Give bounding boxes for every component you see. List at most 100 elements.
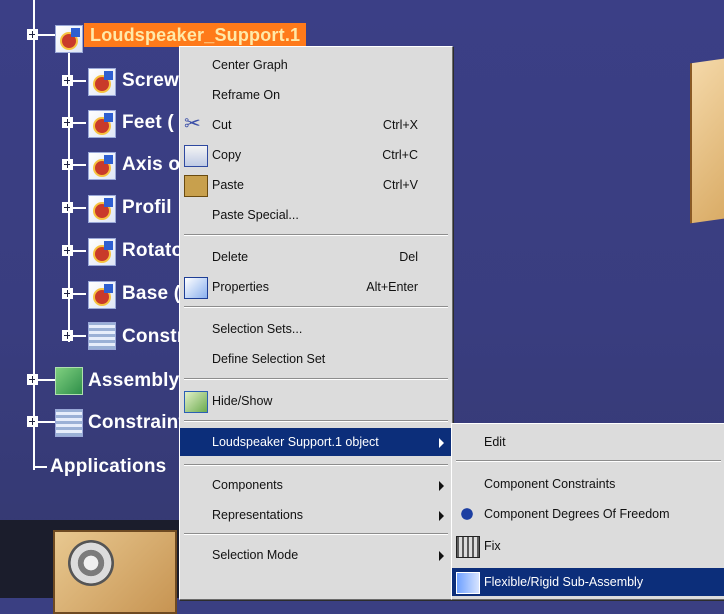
menu-separator [456, 460, 721, 462]
square-icon [104, 155, 113, 164]
tree-item-label[interactable]: Applications [50, 456, 166, 478]
menu-item-label: Reframe On [212, 88, 281, 102]
tree-connector-line [70, 293, 86, 295]
hide-show-icon [184, 391, 208, 413]
menu-item-label: Center Graph [212, 58, 288, 72]
menu-item-label: Loudspeaker Support.1 object [212, 435, 379, 449]
tree-connector-line [70, 207, 86, 209]
hide-show-item[interactable]: Hide/Show [180, 387, 452, 415]
menu-separator [184, 306, 448, 308]
square-icon [104, 71, 113, 80]
part-icon[interactable] [88, 110, 116, 138]
edit-item[interactable]: Edit [452, 428, 724, 456]
part-icon[interactable] [88, 152, 116, 180]
menu-separator [184, 533, 448, 535]
tree-item-label[interactable]: Base ( [122, 283, 180, 305]
menu-item-label: Properties [212, 280, 269, 294]
representations-item[interactable]: Representations [180, 501, 452, 529]
tree-connector-line [70, 250, 86, 252]
menu-item-label: Cut [212, 118, 232, 132]
tree-connector-line [70, 122, 86, 124]
square-icon [104, 198, 113, 207]
part-geometry[interactable] [690, 56, 724, 224]
define-selection-set-item[interactable]: Define Selection Set [180, 345, 452, 373]
fix-icon [456, 536, 480, 558]
menu-item-label: Components [212, 478, 283, 492]
tree-root-label[interactable]: Loudspeaker_Support.1 [84, 23, 307, 47]
component-constraints-item[interactable]: Component Constraints [452, 470, 724, 498]
tree-item-label[interactable]: Constr [122, 326, 184, 348]
tree-item-label[interactable]: Rotato [122, 240, 183, 262]
object-submenu: Edit Component Constraints Component Deg… [451, 423, 724, 600]
paste-item[interactable]: Paste Ctrl+V [180, 171, 452, 199]
menu-separator [184, 378, 448, 380]
scissors-icon [184, 109, 206, 137]
menu-item-label: Delete [212, 250, 249, 264]
tree-connector-line [35, 421, 55, 423]
menu-item-label: Paste [212, 178, 244, 192]
menu-item-label: Flexible/Rigid Sub-Assembly [484, 575, 644, 589]
center-graph-item[interactable]: Center Graph [180, 51, 452, 79]
properties-icon [184, 277, 208, 299]
reframe-on-item[interactable]: Reframe On [180, 81, 452, 109]
tree-connector-line [70, 80, 86, 82]
menu-shortcut: Ctrl+X [382, 118, 418, 132]
part-icon[interactable] [88, 68, 116, 96]
menu-shortcut: Del [399, 250, 418, 264]
components-item[interactable]: Components [180, 471, 452, 499]
constraints-icon[interactable] [88, 322, 116, 350]
menu-shortcut: Ctrl+C [382, 148, 418, 162]
tree-item-label[interactable]: Profil [122, 197, 172, 219]
menu-item-label: Edit [484, 435, 506, 449]
catia-viewport: Loudspeaker_Support.1 Screw Feet ( Axis … [0, 0, 724, 614]
selection-mode-item[interactable]: Selection Mode [180, 541, 452, 569]
tree-item-label[interactable]: Screw [122, 70, 179, 92]
menu-item-label: Selection Sets... [212, 322, 303, 336]
square-icon [104, 113, 113, 122]
context-menu: Center Graph Reframe On Cut Ctrl+X Copy … [179, 46, 453, 600]
tree-item-label[interactable]: Feet ( [122, 112, 174, 134]
menu-item-label: Selection Mode [212, 548, 299, 562]
submenu-arrow-icon [439, 481, 444, 491]
menu-item-label: Representations [212, 508, 304, 522]
tree-item-label[interactable]: Constraint [88, 412, 185, 434]
menu-item-label: Component Constraints [484, 477, 616, 491]
tree-trunk-line [33, 0, 35, 470]
flexible-rigid-item[interactable]: Flexible/Rigid Sub-Assembly [452, 568, 724, 596]
properties-item[interactable]: Properties Alt+Enter [180, 273, 452, 301]
submenu-arrow-icon [439, 511, 444, 521]
tree-item-label[interactable]: Assembly [88, 370, 179, 392]
menu-item-label: Paste Special... [212, 208, 299, 222]
menu-separator [184, 234, 448, 236]
tree-connector-line [35, 34, 55, 36]
delete-item[interactable]: Delete Del [180, 243, 452, 271]
part-icon[interactable] [88, 238, 116, 266]
speaker-cone-icon [68, 540, 114, 586]
menu-shortcut: Alt+Enter [366, 280, 418, 294]
menu-item-label: Define Selection Set [212, 352, 326, 366]
assembly-features-icon[interactable] [55, 367, 83, 395]
constraints-icon[interactable] [55, 409, 83, 437]
paste-icon [184, 175, 208, 197]
selection-sets-item[interactable]: Selection Sets... [180, 315, 452, 343]
tree-item-label[interactable]: Axis o [122, 154, 180, 176]
square-icon [104, 284, 113, 293]
cut-item[interactable]: Cut Ctrl+X [180, 109, 452, 139]
fix-item[interactable]: Fix [452, 532, 724, 560]
submenu-arrow-icon [439, 438, 444, 448]
menu-shortcut: Ctrl+V [382, 178, 418, 192]
menu-item-label: Hide/Show [212, 394, 273, 408]
tree-connector-line [70, 335, 86, 337]
menu-item-label: Fix [484, 539, 501, 553]
part-icon[interactable] [88, 281, 116, 309]
copy-icon [184, 145, 208, 167]
menu-item-label: Component Degrees Of Freedom [484, 507, 670, 521]
submenu-arrow-icon [439, 551, 444, 561]
product-icon[interactable] [55, 25, 83, 53]
part-icon[interactable] [88, 195, 116, 223]
paste-special-item[interactable]: Paste Special... [180, 201, 452, 229]
component-dof-item[interactable]: Component Degrees Of Freedom [452, 500, 724, 528]
object-submenu-item[interactable]: Loudspeaker Support.1 object [180, 428, 452, 456]
square-icon [104, 241, 113, 250]
copy-item[interactable]: Copy Ctrl+C [180, 141, 452, 169]
